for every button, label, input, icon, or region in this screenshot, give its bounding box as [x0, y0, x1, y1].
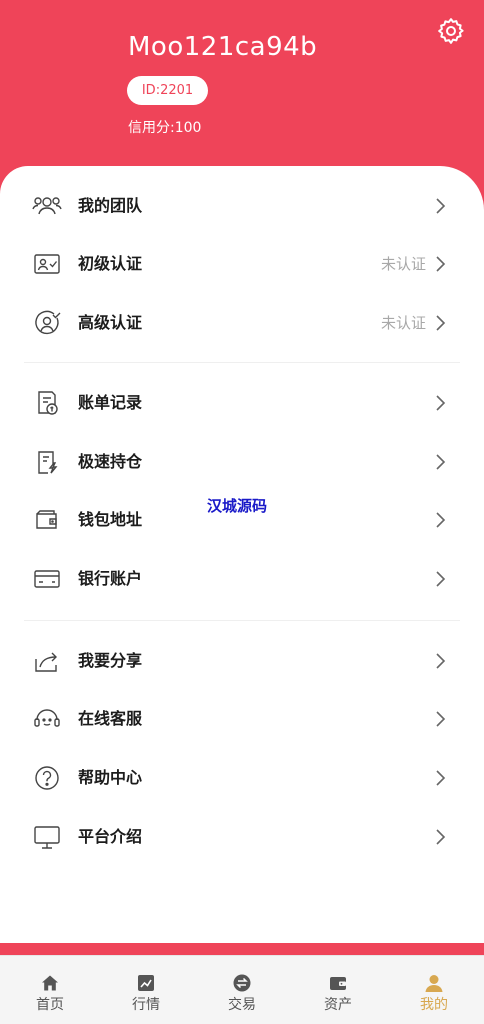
chevron-right-icon — [436, 571, 446, 587]
tab-label: 首页 — [36, 997, 64, 1013]
verification-status: 未认证 — [380, 314, 426, 332]
tab-label: 行情 — [132, 997, 160, 1013]
verified-user-icon — [35, 310, 61, 335]
tab-mine[interactable]: 我的 — [386, 956, 482, 1024]
menu-item-bank-account[interactable]: 银行账户 — [0, 550, 484, 608]
wallet-icon — [36, 510, 57, 529]
tab-label: 交易 — [228, 997, 256, 1013]
customer-service-icon — [34, 709, 60, 727]
credit-score: 信用分:100 — [128, 120, 202, 136]
menu-item-share[interactable]: 我要分享 — [0, 632, 484, 690]
home-icon — [42, 975, 58, 991]
chevron-right-icon — [436, 653, 446, 669]
tab-label: 我的 — [420, 997, 448, 1013]
tab-market[interactable]: 行情 — [98, 956, 194, 1024]
team-icon — [32, 197, 62, 215]
user-id-badge: ID:2201 — [127, 76, 208, 105]
bill-icon — [38, 391, 58, 415]
menu-item-online-support[interactable]: 在线客服 — [0, 690, 484, 748]
user-icon — [425, 975, 443, 992]
tab-trade[interactable]: 交易 — [194, 956, 290, 1024]
chevron-right-icon — [436, 770, 446, 786]
id-card-icon — [34, 254, 60, 274]
accent-strip — [0, 943, 484, 955]
chevron-right-icon — [436, 256, 446, 272]
group-divider — [24, 620, 460, 621]
menu-item-label: 高级认证 — [78, 313, 143, 332]
menu-item-label: 在线客服 — [78, 709, 143, 728]
menu-item-help-center[interactable]: 帮助中心 — [0, 749, 484, 807]
username: Moo121ca94b — [128, 32, 318, 62]
help-icon — [35, 766, 59, 790]
chevron-right-icon — [436, 711, 446, 727]
menu-item-label: 银行账户 — [78, 569, 143, 588]
wallet-icon — [330, 977, 346, 990]
menu-item-label: 我要分享 — [78, 651, 143, 670]
menu-item-label: 初级认证 — [78, 254, 143, 273]
chevron-right-icon — [436, 512, 446, 528]
chevron-right-icon — [436, 454, 446, 470]
menu-item-label: 极速持仓 — [78, 452, 143, 471]
tab-home[interactable]: 首页 — [2, 956, 98, 1024]
menu-item-fast-positions[interactable]: 极速持仓 — [0, 433, 484, 491]
menu-item-team[interactable]: 我的团队 — [0, 177, 484, 235]
menu-item-advanced-verification[interactable]: 高级认证 未认证 — [0, 294, 484, 352]
chevron-right-icon — [436, 198, 446, 214]
position-doc-icon — [38, 451, 58, 474]
bank-card-icon — [34, 570, 60, 588]
exchange-icon — [233, 974, 251, 992]
menu-item-basic-verification[interactable]: 初级认证 未认证 — [0, 235, 484, 293]
settings-gear-icon[interactable] — [436, 16, 466, 46]
chevron-right-icon — [436, 395, 446, 411]
share-icon — [35, 652, 57, 672]
menu-item-label: 钱包地址 — [78, 510, 143, 529]
menu-item-label: 账单记录 — [78, 393, 143, 412]
menu-item-platform-intro[interactable]: 平台介绍 — [0, 808, 484, 866]
chart-icon — [138, 975, 154, 991]
tab-assets[interactable]: 资产 — [290, 956, 386, 1024]
menu-item-bill-records[interactable]: 账单记录 — [0, 374, 484, 432]
menu-item-label: 平台介绍 — [78, 827, 143, 846]
watermark-text: 汉城源码 — [207, 497, 268, 515]
chevron-right-icon — [436, 315, 446, 331]
tab-label: 资产 — [324, 997, 352, 1013]
chevron-right-icon — [436, 829, 446, 845]
monitor-icon — [34, 826, 60, 849]
group-divider — [24, 362, 460, 363]
menu-item-label: 我的团队 — [78, 196, 143, 215]
menu-item-label: 帮助中心 — [78, 768, 143, 787]
verification-status: 未认证 — [380, 255, 426, 273]
bottom-tab-bar: 首页 行情 交易 资产 我的 — [0, 955, 484, 1024]
